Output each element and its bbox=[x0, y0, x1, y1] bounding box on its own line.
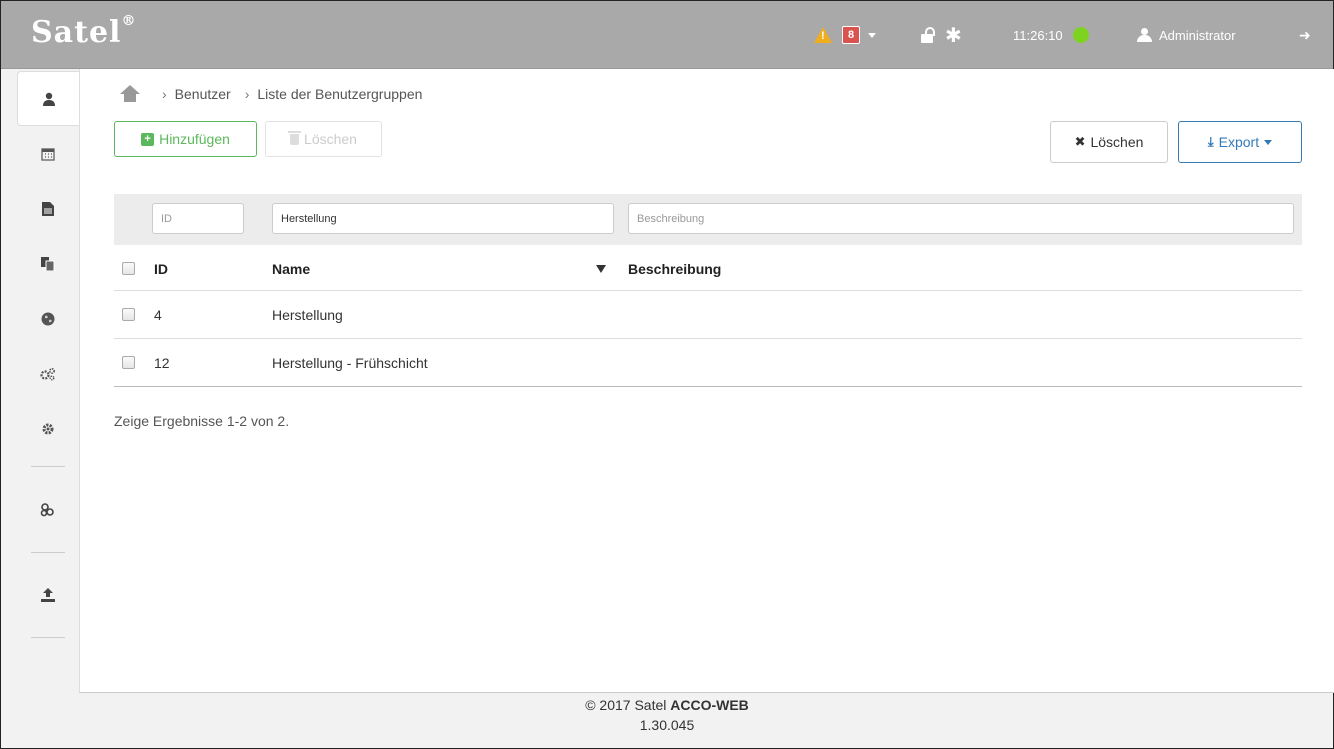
id-filter-input[interactable] bbox=[152, 203, 244, 234]
cogs-icon bbox=[40, 367, 56, 380]
column-header-id[interactable]: ID bbox=[154, 247, 168, 290]
plus-icon: + bbox=[141, 132, 155, 146]
warning-icon: ! bbox=[814, 27, 832, 43]
download-icon: ⤓ bbox=[1207, 134, 1214, 149]
breadcrumb: › Benutzer › Liste der Benutzergruppen bbox=[120, 85, 422, 102]
clock-time: 11:26:10 bbox=[1013, 27, 1063, 43]
trash-icon bbox=[288, 130, 302, 145]
footer-version: 1.30.045 bbox=[639, 717, 695, 733]
sidebar-item-cogs[interactable] bbox=[17, 346, 79, 401]
table-row[interactable]: 12 Herstellung - Frühschicht bbox=[114, 339, 1302, 387]
name-filter-input[interactable] bbox=[272, 203, 614, 234]
row-name[interactable]: Herstellung - Frühschicht bbox=[272, 339, 428, 386]
select-all-checkbox[interactable] bbox=[122, 262, 135, 275]
chevron-down-icon bbox=[1264, 139, 1273, 145]
user-icon bbox=[43, 92, 55, 106]
sidebar-divider bbox=[31, 466, 65, 467]
clear-filters-button[interactable]: ✖ Löschen bbox=[1050, 121, 1168, 163]
user-name: Administrator bbox=[1159, 27, 1236, 43]
row-id: 12 bbox=[154, 354, 170, 371]
globe-icon bbox=[41, 312, 55, 325]
close-icon: ✖ bbox=[1074, 134, 1086, 149]
sidebar-item-document[interactable] bbox=[17, 181, 79, 236]
home-icon[interactable] bbox=[120, 85, 140, 102]
sidebar-item-globe[interactable] bbox=[17, 291, 79, 346]
export-button[interactable]: ⤓ Export bbox=[1178, 121, 1302, 163]
sidebar-item-calendar[interactable] bbox=[17, 126, 79, 181]
sidebar-divider bbox=[31, 637, 65, 638]
row-name[interactable]: Herstellung bbox=[272, 291, 343, 338]
sidebar-item-settings[interactable] bbox=[17, 401, 79, 456]
logout-icon: ➜ bbox=[1299, 26, 1311, 43]
sidebar bbox=[1, 69, 80, 689]
sort-desc-icon[interactable] bbox=[596, 264, 606, 273]
footer: © 2017 Satel ACCO-WEB 1.30.045 bbox=[1, 695, 1333, 735]
row-checkbox[interactable] bbox=[122, 356, 135, 369]
document-icon bbox=[42, 201, 54, 216]
breadcrumb-separator: › bbox=[162, 85, 167, 102]
filter-bar bbox=[114, 194, 1302, 245]
content-panel: › Benutzer › Liste der Benutzergruppen +… bbox=[79, 69, 1334, 693]
chevron-down-icon bbox=[868, 32, 877, 38]
user-menu[interactable]: Administrator bbox=[1137, 1, 1236, 69]
alerts-dropdown[interactable]: ! 8 bbox=[814, 1, 877, 69]
gear-icon bbox=[42, 423, 54, 434]
link-icon bbox=[40, 502, 54, 516]
column-header-name[interactable]: Name bbox=[272, 247, 310, 290]
footer-product: ACCO-WEB bbox=[670, 697, 749, 713]
asterisk-status[interactable]: ✱ bbox=[945, 1, 962, 69]
row-id: 4 bbox=[154, 306, 162, 323]
sidebar-item-users[interactable] bbox=[17, 71, 80, 126]
results-summary: Zeige Ergebnisse 1-2 von 2. bbox=[114, 413, 290, 429]
copy-icon bbox=[41, 256, 55, 271]
breadcrumb-item-user-groups: Liste der Benutzergruppen bbox=[257, 85, 423, 102]
clear-button-label: Löschen bbox=[1090, 134, 1144, 150]
breadcrumb-separator: › bbox=[244, 85, 250, 102]
lock-status[interactable] bbox=[921, 1, 935, 69]
breadcrumb-item-users[interactable]: Benutzer bbox=[175, 86, 231, 102]
add-button-label: Hinzufügen bbox=[159, 131, 230, 147]
sidebar-item-copy[interactable] bbox=[17, 236, 79, 291]
top-bar: Satel® ! 8 ✱ 11:26:10 Administrator ➜ bbox=[1, 1, 1333, 69]
delete-button[interactable]: Löschen bbox=[265, 121, 382, 157]
sidebar-divider bbox=[31, 552, 65, 553]
sidebar-item-upload[interactable] bbox=[17, 567, 79, 622]
add-button[interactable]: + Hinzufügen bbox=[114, 121, 257, 157]
table-row[interactable]: 4 Herstellung bbox=[114, 291, 1302, 339]
connection-status-icon bbox=[1072, 27, 1089, 43]
table-header: ID Name Beschreibung bbox=[114, 247, 1302, 291]
logout-button[interactable]: ➜ bbox=[1299, 1, 1311, 69]
clock: 11:26:10 bbox=[1013, 1, 1089, 69]
upload-icon bbox=[41, 587, 55, 602]
sidebar-item-links[interactable] bbox=[17, 482, 79, 537]
user-icon bbox=[1137, 28, 1152, 42]
logo: Satel® bbox=[31, 13, 137, 50]
footer-copyright: © 2017 Satel bbox=[585, 697, 667, 713]
row-checkbox[interactable] bbox=[122, 308, 135, 321]
column-header-description[interactable]: Beschreibung bbox=[628, 247, 721, 290]
calendar-icon bbox=[41, 147, 55, 161]
alert-count-badge: 8 bbox=[842, 26, 861, 44]
description-filter-input[interactable] bbox=[628, 203, 1294, 234]
asterisk-icon: ✱ bbox=[945, 24, 962, 47]
unlock-icon bbox=[921, 27, 935, 43]
export-button-label: Export bbox=[1218, 134, 1260, 150]
delete-button-label: Löschen bbox=[304, 131, 357, 147]
